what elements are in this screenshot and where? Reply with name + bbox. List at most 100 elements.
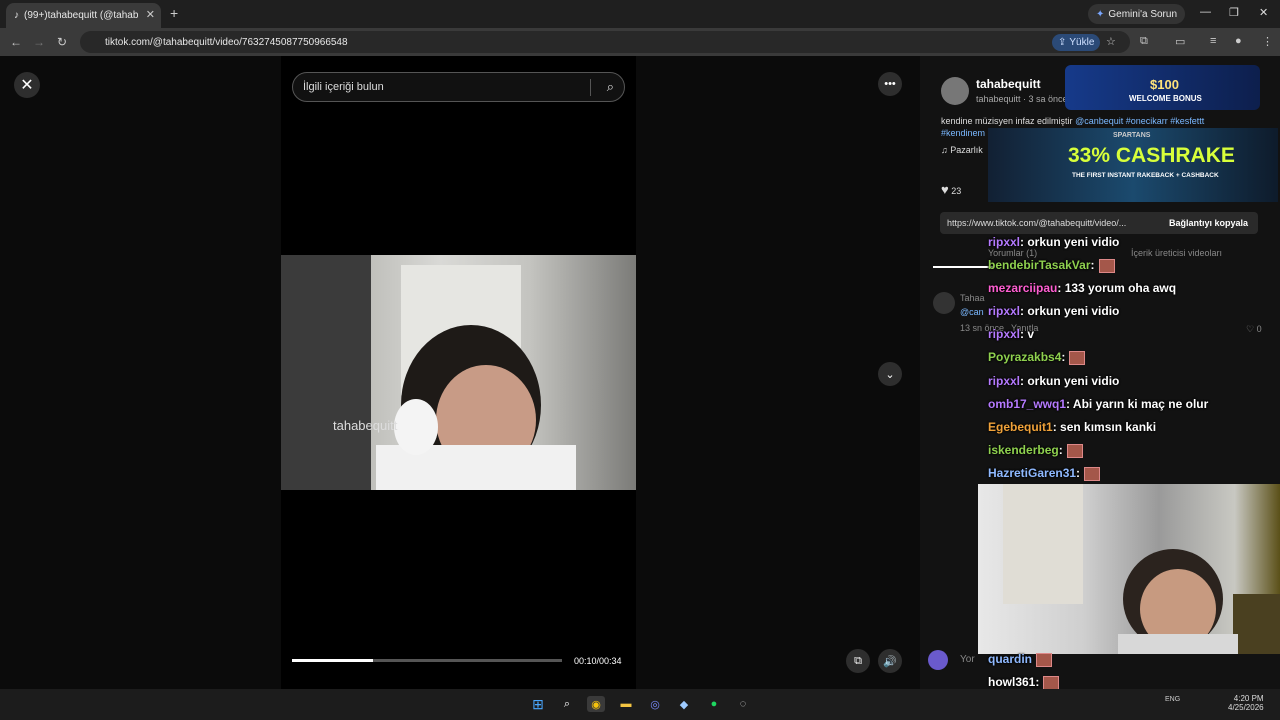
chrome-icon[interactable]: ◉: [587, 696, 605, 712]
gemini-button[interactable]: ✦ Gemini'a Sorun: [1088, 4, 1185, 24]
upload-button[interactable]: ⇪ Yükle: [1052, 34, 1101, 51]
close-tab-icon[interactable]: ✕: [146, 8, 155, 21]
forward-button[interactable]: →: [33, 35, 45, 49]
comment-avatar[interactable]: [933, 292, 955, 314]
discord-icon[interactable]: ◎: [646, 696, 664, 712]
chat-message: : sen kımsın kanki: [1052, 420, 1157, 434]
new-tab-button[interactable]: +: [170, 5, 178, 21]
comment-like-count: 0: [1256, 324, 1262, 334]
chat-line: ripxxl: orkun yeni vidio: [988, 374, 1119, 388]
media-icon[interactable]: ≡: [1210, 35, 1216, 47]
chat-username[interactable]: Poyrazakbs4: [988, 350, 1061, 364]
comment-mention[interactable]: @can: [960, 307, 984, 317]
chat-username[interactable]: ripxxl: [988, 327, 1020, 341]
chat-username[interactable]: mezarciipau: [988, 281, 1057, 295]
video-content: [281, 255, 576, 490]
close-window-button[interactable]: ✕: [1259, 6, 1268, 19]
address-bar[interactable]: tiktok.com/@tahabequitt/video/7632745087…: [80, 31, 1130, 53]
chat-username[interactable]: HazretiGaren31: [988, 466, 1076, 480]
pip-icon: ⧉: [854, 654, 862, 667]
upload-icon: ⇪: [1058, 37, 1067, 48]
clock-time: 4:20 PM: [1233, 694, 1264, 703]
tab-creator-videos[interactable]: İçerik üreticisi videoları: [1131, 248, 1222, 258]
chat-username[interactable]: ripxxl: [988, 304, 1020, 318]
chat-line: Poyrazakbs4:: [988, 350, 1086, 365]
progress-fill: [292, 659, 373, 662]
chat-username[interactable]: ripxxl: [988, 374, 1020, 388]
ad2-headline: 33% CASHRAKE: [1068, 144, 1235, 167]
comment-input[interactable]: Yor: [960, 654, 975, 665]
volume-icon: 🔊: [883, 655, 897, 668]
maximize-button[interactable]: ❐: [1229, 6, 1239, 19]
steam-icon[interactable]: ◆: [675, 696, 693, 712]
share-url-box[interactable]: https://www.tiktok.com/@tahabequitt/vide…: [940, 212, 1258, 234]
username[interactable]: tahabequitt: [976, 77, 1041, 91]
chevron-down-icon: ⌄: [885, 368, 895, 381]
chat-message: : orkun yeni vidio: [1020, 235, 1120, 249]
browser-tab[interactable]: ♪ (99+)tahabequitt (@tahab ✕: [6, 3, 161, 28]
gemini-icon: ✦: [1096, 8, 1105, 20]
chat-message: :: [1061, 350, 1066, 364]
chat-emote-icon: [1043, 675, 1060, 690]
folder-icon[interactable]: ▬: [617, 696, 635, 712]
description-tags[interactable]: @canbequit #onecikarr #kesfettt: [1075, 116, 1204, 126]
comment-username[interactable]: Tahaa: [960, 293, 985, 303]
chat-line: bendebirTasakVar:: [988, 258, 1115, 273]
reload-button[interactable]: ↻: [57, 35, 67, 49]
windows-start-icon[interactable]: ⊞: [529, 696, 547, 712]
search-input[interactable]: İlgili içeriği bulun ⌕: [292, 72, 625, 102]
minimize-button[interactable]: —: [1200, 6, 1211, 18]
bookmark-star-icon[interactable]: ☆: [1106, 35, 1116, 48]
language-indicator[interactable]: ENG: [1165, 696, 1180, 703]
chat-line: omb17_wwq1: Abi yarın ki maç ne olur: [988, 397, 1208, 411]
search-divider: [590, 79, 591, 96]
tiktok-icon: ♪: [14, 10, 19, 21]
chat-username[interactable]: iskenderbeg: [988, 443, 1059, 457]
pip-button[interactable]: ⧉: [846, 649, 870, 673]
comment-like[interactable]: ♡ 0: [1246, 324, 1262, 335]
like-button[interactable]: ♥ 23: [941, 182, 961, 197]
more-options-button[interactable]: •••: [878, 72, 902, 96]
video-progress-bar[interactable]: [292, 659, 562, 662]
chat-message: :: [1058, 443, 1063, 457]
search-taskbar-icon[interactable]: ⌕: [558, 696, 576, 712]
chat-line: mezarciipau: 133 yorum oha awq: [988, 281, 1176, 295]
taskbar-clock[interactable]: 4:20 PM 4/25/2026: [1228, 694, 1264, 712]
chat-username[interactable]: ripxxl: [988, 235, 1020, 249]
chat-emote-icon: [1036, 652, 1052, 667]
video-frame: [281, 255, 636, 490]
music-link[interactable]: ♫ Pazarlık: [941, 145, 983, 155]
back-button[interactable]: ←: [10, 35, 22, 49]
extensions-icon[interactable]: ⧉: [1140, 35, 1148, 48]
tab-title: (99+)tahabequitt (@tahab: [24, 10, 139, 21]
profile-icon[interactable]: ●: [1235, 35, 1242, 47]
volume-button[interactable]: 🔊: [878, 649, 902, 673]
chat-username[interactable]: quardin: [988, 652, 1032, 666]
search-placeholder: İlgili içeriği bulun: [303, 81, 384, 93]
copy-link-button[interactable]: Bağlantıyı kopyala: [1169, 218, 1248, 228]
split-view-icon[interactable]: ▭: [1175, 35, 1185, 48]
gemini-label: Gemini'a Sorun: [1108, 8, 1177, 20]
webcam-content: [1003, 484, 1280, 654]
close-viewer-button[interactable]: ✕: [14, 72, 40, 98]
description-tag-line2[interactable]: #kendinem: [941, 128, 985, 138]
like-count: 23: [951, 186, 962, 196]
chat-line: ripxxl: orkun yeni vidio: [988, 304, 1119, 318]
spotify-icon[interactable]: ●: [705, 696, 723, 712]
cashrake-ad-banner[interactable]: SPARTANS 33% CASHRAKE THE FIRST INSTANT …: [988, 128, 1278, 202]
music-title: Pazarlık: [950, 145, 983, 155]
chat-username[interactable]: omb17_wwq1: [988, 397, 1066, 411]
avatar[interactable]: [941, 77, 969, 105]
search-icon[interactable]: ⌕: [607, 79, 614, 95]
chat-message: : 133 yorum oha awq: [1057, 281, 1177, 295]
casino-ad-banner[interactable]: $100 WELCOME BONUS: [1065, 65, 1260, 110]
chat-username[interactable]: howl361: [988, 675, 1035, 689]
app-icon[interactable]: ◌: [734, 696, 752, 712]
chat-username[interactable]: Egebequit1: [988, 420, 1053, 434]
next-video-button[interactable]: ⌄: [878, 362, 902, 386]
chat-username[interactable]: bendebirTasakVar: [988, 258, 1091, 272]
tab-comments[interactable]: Yorumlar (1): [988, 248, 1037, 258]
chat-line: howl361:: [988, 675, 1060, 690]
menu-icon[interactable]: ⋮: [1262, 35, 1273, 48]
video-time: 00:10/00:34: [574, 656, 622, 666]
